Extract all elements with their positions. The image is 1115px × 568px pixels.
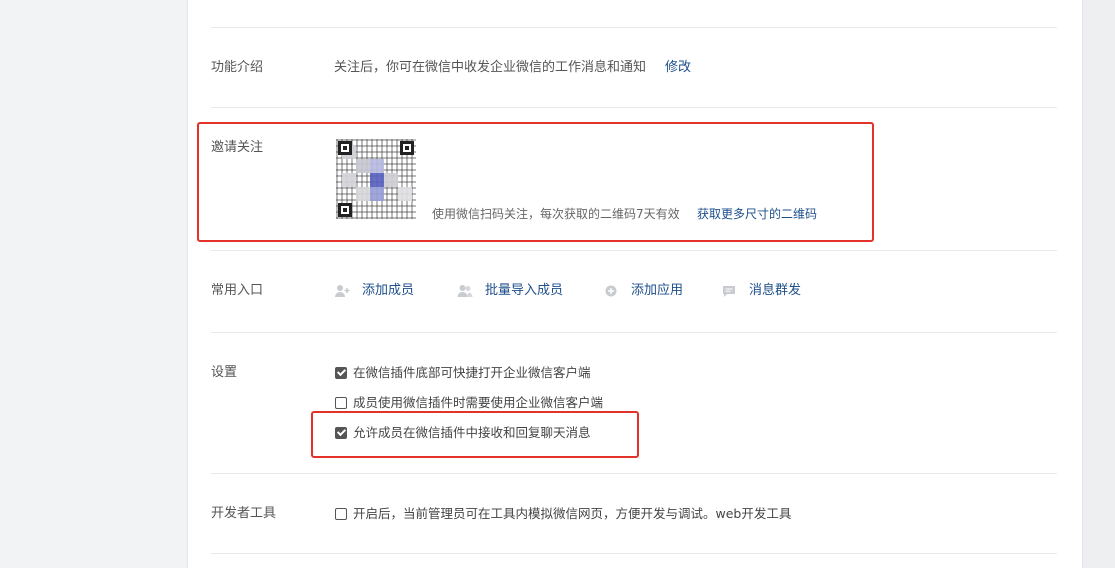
batch-import-entry[interactable]: 批量导入成员 [457, 282, 563, 300]
qr-description: 使用微信扫码关注，每次获取的二维码7天有效 [432, 207, 680, 221]
dev-tools-option[interactable]: 开启后，当前管理员可在工具内模拟微信网页，方便开发与调试。 web开发工具 [335, 505, 791, 523]
setting-option-label: 成员使用微信插件时需要使用企业微信客户端 [353, 395, 604, 410]
checkbox-unchecked[interactable] [335, 508, 347, 520]
divider [211, 250, 1057, 251]
intro-label: 功能介绍 [211, 60, 264, 75]
common-entries-label: 常用入口 [211, 283, 264, 298]
right-scroll-gutter [1082, 0, 1115, 568]
mass-message-label: 消息群发 [749, 283, 802, 298]
checkbox-checked[interactable] [335, 427, 347, 439]
add-app-label: 添加应用 [631, 283, 684, 298]
setting-option-require-client[interactable]: 成员使用微信插件时需要使用企业微信客户端 [335, 394, 603, 412]
plus-circle-icon [603, 283, 619, 299]
checkbox-unchecked[interactable] [335, 397, 347, 409]
dev-tools-text: 开启后，当前管理员可在工具内模拟微信网页，方便开发与调试。 [353, 506, 716, 521]
people-icon [457, 283, 473, 299]
divider [211, 107, 1057, 108]
setting-option-label: 允许成员在微信插件中接收和回复聊天消息 [353, 425, 591, 440]
divider [211, 332, 1057, 333]
checkbox-checked[interactable] [335, 367, 347, 379]
batch-import-label: 批量导入成员 [485, 283, 564, 298]
settings-label: 设置 [211, 365, 238, 380]
left-gutter [0, 0, 188, 568]
message-icon [721, 283, 737, 299]
mass-message-entry[interactable]: 消息群发 [721, 282, 801, 300]
web-dev-tools-link[interactable]: web开发工具 [716, 505, 792, 523]
add-member-entry[interactable]: 添加成员 [334, 282, 414, 300]
setting-option-allow-chat[interactable]: 允许成员在微信插件中接收和回复聊天消息 [335, 424, 591, 442]
divider [211, 473, 1057, 474]
invite-label: 邀请关注 [211, 140, 264, 155]
dev-tools-label: 开发者工具 [211, 506, 277, 521]
add-app-entry[interactable]: 添加应用 [603, 282, 683, 300]
setting-option-quick-open[interactable]: 在微信插件底部可快捷打开企业微信客户端 [335, 364, 591, 382]
add-member-label: 添加成员 [362, 283, 415, 298]
qr-code [336, 139, 416, 219]
setting-option-label: 在微信插件底部可快捷打开企业微信客户端 [353, 365, 591, 380]
add-person-icon [334, 283, 350, 299]
more-qr-sizes-link[interactable]: 获取更多尺寸的二维码 [697, 205, 817, 223]
divider [211, 27, 1057, 28]
edit-intro-link[interactable]: 修改 [665, 59, 691, 77]
divider [211, 553, 1057, 554]
intro-text: 关注后，你可在微信中收发企业微信的工作消息和通知 [334, 60, 647, 75]
